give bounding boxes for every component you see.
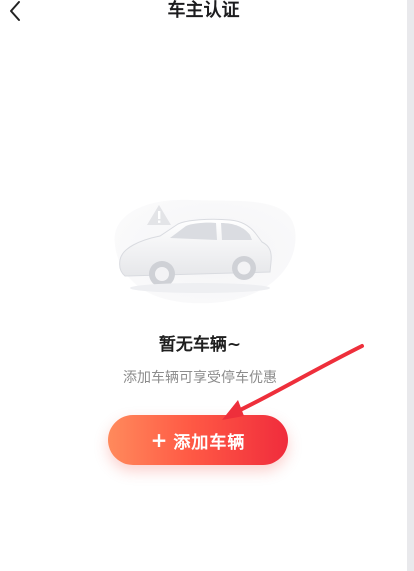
empty-car-illustration [100, 190, 300, 310]
plus-icon: + [150, 428, 168, 452]
navigation-bar: 车主认证 [0, 0, 407, 26]
empty-state-description: 添加车辆可享受停车优惠 [123, 370, 277, 386]
page-title: 车主认证 [167, 0, 240, 21]
add-vehicle-label: 添加车辆 [173, 432, 246, 453]
empty-state-title: 暂无车辆~ [158, 335, 242, 355]
right-edge-strip [407, 0, 414, 571]
add-vehicle-button[interactable]: + 添加车辆 [108, 415, 288, 465]
